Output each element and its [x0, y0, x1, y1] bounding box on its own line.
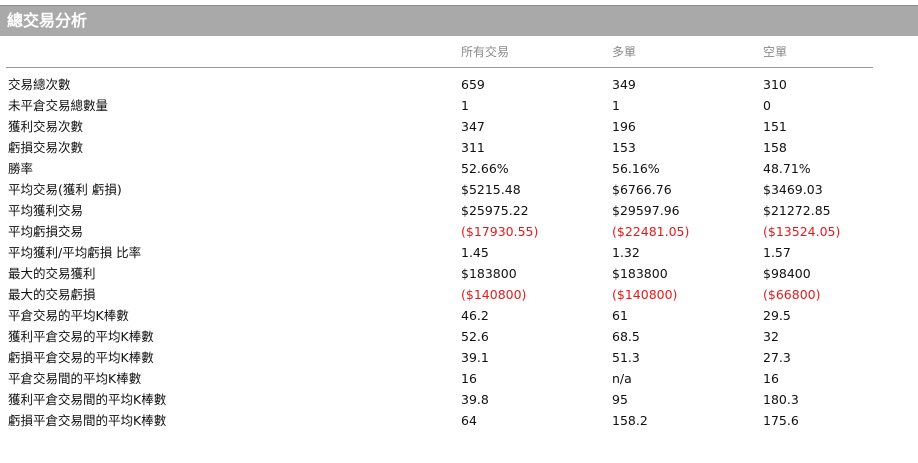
section-header-bar: 總交易分析: [0, 5, 918, 36]
cell-all-trades: 46.2: [461, 308, 489, 323]
cell-all-trades: 52.6: [461, 329, 489, 344]
cell-long: 153: [612, 140, 636, 155]
cell-all-trades: ($140800): [461, 287, 527, 302]
cell-short: 32: [763, 329, 779, 344]
row-label: 勝率: [8, 161, 34, 176]
cell-short: 29.5: [763, 308, 791, 323]
cell-long: 51.3: [612, 350, 640, 365]
table-row: 平倉交易的平均K棒數 46.2 61 29.5: [0, 305, 918, 326]
table-row: 平均獲利交易 $25975.22 $29597.96 $21272.85: [0, 200, 918, 221]
cell-all-trades: 16: [461, 371, 477, 386]
table-row: 平均交易(獲利 虧損) $5215.48 $6766.76 $3469.03: [0, 179, 918, 200]
cell-all-trades: $25975.22: [461, 203, 529, 218]
cell-long: 196: [612, 119, 636, 134]
table-row: 交易總次數 659 349 310: [0, 74, 918, 95]
cell-all-trades: $183800: [461, 266, 517, 281]
cell-long: 158.2: [612, 413, 648, 428]
cell-all-trades: 1.45: [461, 245, 489, 260]
cell-short: 158: [763, 140, 787, 155]
cell-all-trades: 39.8: [461, 392, 489, 407]
row-label: 獲利平倉交易的平均K棒數: [8, 329, 154, 344]
row-label: 平均虧損交易: [8, 224, 84, 239]
cell-long: ($140800): [612, 287, 678, 302]
header-divider: [6, 67, 873, 68]
table-row: 獲利交易次數 347 196 151: [0, 116, 918, 137]
row-label: 虧損平倉交易間的平均K棒數: [8, 413, 167, 428]
cell-long: 95: [612, 392, 628, 407]
table-row: 獲利平倉交易的平均K棒數 52.6 68.5 32: [0, 326, 918, 347]
table-row: 最大的交易獲利 $183800 $183800 $98400: [0, 263, 918, 284]
cell-short: 48.71%: [763, 161, 811, 176]
row-label: 獲利交易次數: [8, 119, 84, 134]
table-row: 平倉交易間的平均K棒數 16 n/a 16: [0, 368, 918, 389]
row-label: 獲利平倉交易間的平均K棒數: [8, 392, 167, 407]
table-row: 未平倉交易總數量 1 1 0: [0, 95, 918, 116]
cell-long: 1.32: [612, 245, 640, 260]
row-label: 平均獲利交易: [8, 203, 84, 218]
row-label: 最大的交易獲利: [8, 266, 96, 281]
section-title: 總交易分析: [7, 11, 88, 30]
cell-short: $98400: [763, 266, 811, 281]
cell-long: 61: [612, 308, 628, 323]
cell-short: $21272.85: [763, 203, 831, 218]
column-header-all-trades: 所有交易: [461, 45, 510, 59]
cell-short: 16: [763, 371, 779, 386]
cell-all-trades: 1: [461, 98, 469, 113]
cell-short: ($66800): [763, 287, 821, 302]
cell-all-trades: 347: [461, 119, 485, 134]
row-label: 未平倉交易總數量: [8, 98, 109, 113]
cell-all-trades: $5215.48: [461, 182, 521, 197]
row-label: 最大的交易虧損: [8, 287, 96, 302]
cell-short: $3469.03: [763, 182, 823, 197]
cell-short: 1.57: [763, 245, 791, 260]
table-row: 平均獲利/平均虧損 比率 1.45 1.32 1.57: [0, 242, 918, 263]
cell-all-trades: 64: [461, 413, 477, 428]
row-label: 平均交易(獲利 虧損): [8, 182, 122, 197]
row-label: 平均獲利/平均虧損 比率: [8, 245, 142, 260]
cell-short: 175.6: [763, 413, 799, 428]
cell-all-trades: 311: [461, 140, 485, 155]
row-label: 平倉交易間的平均K棒數: [8, 371, 142, 386]
cell-short: 0: [763, 98, 771, 113]
cell-long: $183800: [612, 266, 668, 281]
table-row: 虧損平倉交易間的平均K棒數 64 158.2 175.6: [0, 410, 918, 431]
cell-all-trades: 659: [461, 77, 485, 92]
cell-long: $29597.96: [612, 203, 680, 218]
cell-long: n/a: [612, 371, 632, 386]
cell-all-trades: 39.1: [461, 350, 489, 365]
trade-analysis-page: 總交易分析 所有交易 多單 空單 交易總次數 659 349 310 未平倉交易總數量 1…: [0, 0, 918, 463]
cell-short: 180.3: [763, 392, 799, 407]
cell-long: 1: [612, 98, 620, 113]
cell-short: 151: [763, 119, 787, 134]
row-label: 虧損交易次數: [8, 140, 84, 155]
table-row: 虧損交易次數 311 153 158: [0, 137, 918, 158]
table-row: 勝率 52.66% 56.16% 48.71%: [0, 158, 918, 179]
cell-long: $6766.76: [612, 182, 672, 197]
table-row: 平均虧損交易 ($17930.55) ($22481.05) ($13524.05): [0, 221, 918, 242]
cell-all-trades: 52.66%: [461, 161, 509, 176]
stats-table: 交易總次數 659 349 310 未平倉交易總數量 1 1 0 獲利交易次數 347 196 151…: [0, 74, 918, 431]
cell-short: ($13524.05): [763, 224, 841, 239]
row-label: 平倉交易的平均K棒數: [8, 308, 129, 323]
table-row: 獲利平倉交易間的平均K棒數 39.8 95 180.3: [0, 389, 918, 410]
cell-long: ($22481.05): [612, 224, 690, 239]
column-header-short: 空單: [763, 45, 788, 59]
cell-all-trades: ($17930.55): [461, 224, 539, 239]
cell-short: 27.3: [763, 350, 791, 365]
cell-short: 310: [763, 77, 787, 92]
row-label: 虧損平倉交易的平均K棒數: [8, 350, 154, 365]
table-row: 最大的交易虧損 ($140800) ($140800) ($66800): [0, 284, 918, 305]
table-row: 虧損平倉交易的平均K棒數 39.1 51.3 27.3: [0, 347, 918, 368]
cell-long: 68.5: [612, 329, 640, 344]
cell-long: 349: [612, 77, 636, 92]
cell-long: 56.16%: [612, 161, 660, 176]
column-header-long: 多單: [612, 45, 637, 59]
row-label: 交易總次數: [8, 77, 71, 92]
